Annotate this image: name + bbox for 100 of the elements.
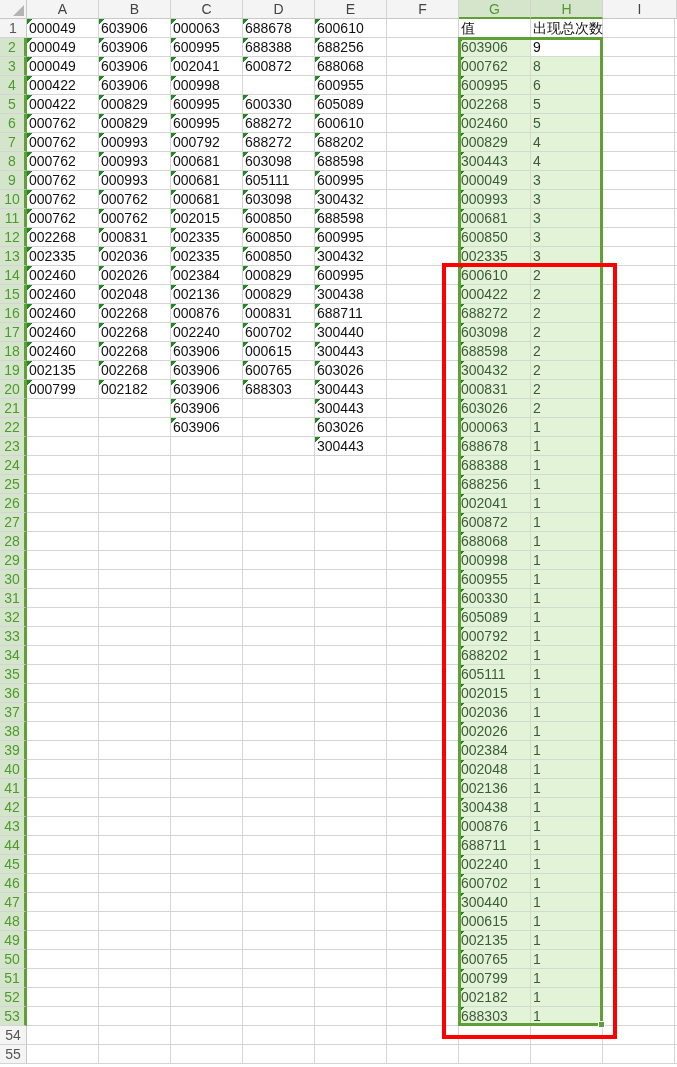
column-header[interactable]: I bbox=[603, 0, 677, 19]
table-cell[interactable]: 688598 bbox=[459, 342, 531, 361]
table-cell[interactable]: 1 bbox=[531, 969, 603, 988]
table-cell[interactable]: 8 bbox=[531, 57, 603, 76]
table-cell[interactable]: 600995 bbox=[459, 76, 531, 95]
column-header[interactable]: E bbox=[315, 0, 387, 19]
table-cell[interactable]: 600702 bbox=[459, 874, 531, 893]
row-header[interactable]: 1 bbox=[0, 19, 27, 38]
table-cell[interactable]: 2 bbox=[531, 361, 603, 380]
table-cell[interactable]: 6 bbox=[531, 76, 603, 95]
table-cell[interactable]: 2 bbox=[531, 285, 603, 304]
table-cell[interactable]: 1 bbox=[531, 950, 603, 969]
table-cell[interactable]: 688388 bbox=[459, 456, 531, 475]
table-cell[interactable]: 600872 bbox=[459, 513, 531, 532]
table-cell[interactable]: 2 bbox=[531, 323, 603, 342]
table-cell[interactable]: 000422 bbox=[459, 285, 531, 304]
table-cell[interactable]: 1 bbox=[531, 627, 603, 646]
table-cell[interactable]: 002460 bbox=[459, 114, 531, 133]
table-cell[interactable]: 2 bbox=[531, 399, 603, 418]
table-cell[interactable]: 600765 bbox=[459, 950, 531, 969]
table-cell[interactable]: 1 bbox=[531, 456, 603, 475]
table-cell[interactable]: 1 bbox=[531, 437, 603, 456]
table-cell[interactable]: 600850 bbox=[459, 228, 531, 247]
table-cell[interactable]: 1 bbox=[531, 570, 603, 589]
table-cell[interactable]: 3 bbox=[531, 190, 603, 209]
table-cell[interactable]: 1 bbox=[531, 551, 603, 570]
table-cell[interactable]: 1 bbox=[531, 988, 603, 1007]
fill-handle[interactable] bbox=[598, 1021, 605, 1028]
table-cell[interactable]: 1 bbox=[531, 817, 603, 836]
table-cell[interactable]: 1 bbox=[531, 836, 603, 855]
table-cell[interactable]: 000063 bbox=[459, 418, 531, 437]
table-cell[interactable]: 1 bbox=[531, 741, 603, 760]
table-cell[interactable]: 1 bbox=[531, 532, 603, 551]
table-cell[interactable]: 1 bbox=[531, 874, 603, 893]
table-cell[interactable]: 1 bbox=[531, 703, 603, 722]
table-cell[interactable]: 300438 bbox=[459, 798, 531, 817]
table-cell[interactable]: 2 bbox=[531, 380, 603, 399]
table-cell[interactable]: 688711 bbox=[459, 836, 531, 855]
table-cell[interactable]: 4 bbox=[531, 133, 603, 152]
table-cell[interactable]: 000681 bbox=[459, 209, 531, 228]
table-cell[interactable]: 1 bbox=[531, 418, 603, 437]
table-cell[interactable]: 002026 bbox=[459, 722, 531, 741]
table-cell[interactable]: 1 bbox=[531, 665, 603, 684]
table-cell[interactable]: 2 bbox=[531, 342, 603, 361]
row-header[interactable]: 54 bbox=[0, 1026, 27, 1045]
table-cell[interactable]: 000799 bbox=[459, 969, 531, 988]
table-cell[interactable]: 000762 bbox=[459, 57, 531, 76]
table-cell[interactable]: 002268 bbox=[459, 95, 531, 114]
table-cell[interactable]: 1 bbox=[531, 893, 603, 912]
table-cell[interactable]: 4 bbox=[531, 152, 603, 171]
table-cell[interactable]: 002041 bbox=[459, 494, 531, 513]
table-cell[interactable]: 1 bbox=[531, 931, 603, 950]
table-cell[interactable]: 002240 bbox=[459, 855, 531, 874]
table-cell[interactable]: 1 bbox=[531, 684, 603, 703]
table-cell[interactable]: 000998 bbox=[459, 551, 531, 570]
table-cell[interactable]: 1 bbox=[531, 513, 603, 532]
table-cell[interactable]: 002015 bbox=[459, 684, 531, 703]
table-cell[interactable]: 603026 bbox=[459, 399, 531, 418]
table-cell[interactable]: 000831 bbox=[459, 380, 531, 399]
table-cell[interactable]: 688272 bbox=[459, 304, 531, 323]
table-cell[interactable]: 300432 bbox=[459, 361, 531, 380]
table-cell[interactable]: 1 bbox=[531, 779, 603, 798]
table-cell[interactable]: 5 bbox=[531, 114, 603, 133]
table-cell[interactable]: 002384 bbox=[459, 741, 531, 760]
table-cell[interactable]: 3 bbox=[531, 209, 603, 228]
table-cell[interactable]: 603098 bbox=[459, 323, 531, 342]
table-cell[interactable]: 1 bbox=[531, 760, 603, 779]
table-cell[interactable]: 000993 bbox=[459, 190, 531, 209]
select-all-icon[interactable] bbox=[13, 5, 24, 16]
table-cell[interactable]: 1 bbox=[531, 855, 603, 874]
table-cell[interactable]: 1 bbox=[531, 475, 603, 494]
table-cell[interactable]: 1 bbox=[531, 798, 603, 817]
table-cell[interactable]: 300443 bbox=[459, 152, 531, 171]
table-cell[interactable]: 600330 bbox=[459, 589, 531, 608]
table-cell[interactable]: 3 bbox=[531, 171, 603, 190]
table-cell[interactable]: 1 bbox=[531, 494, 603, 513]
table-cell[interactable]: 002036 bbox=[459, 703, 531, 722]
table-cell[interactable]: 688068 bbox=[459, 532, 531, 551]
table-cell[interactable]: 000615 bbox=[459, 912, 531, 931]
table-cell[interactable]: 688256 bbox=[459, 475, 531, 494]
table-cell[interactable]: 3 bbox=[531, 228, 603, 247]
table-cell[interactable]: 000876 bbox=[459, 817, 531, 836]
column-header[interactable]: F bbox=[387, 0, 459, 19]
column-header[interactable]: C bbox=[171, 0, 243, 19]
table-cell[interactable]: 2 bbox=[531, 304, 603, 323]
table-cell[interactable]: 002182 bbox=[459, 988, 531, 1007]
table-cell[interactable]: 000792 bbox=[459, 627, 531, 646]
column-header[interactable]: A bbox=[27, 0, 99, 19]
table-cell[interactable]: 1 bbox=[531, 589, 603, 608]
table-cell[interactable]: 300440 bbox=[459, 893, 531, 912]
table-cell[interactable]: 605111 bbox=[459, 665, 531, 684]
table-cell[interactable]: 688202 bbox=[459, 646, 531, 665]
column-header[interactable]: B bbox=[99, 0, 171, 19]
table-cell[interactable]: 1 bbox=[531, 912, 603, 931]
table-cell[interactable]: 600955 bbox=[459, 570, 531, 589]
table-cell[interactable]: 000049 bbox=[459, 171, 531, 190]
column-header[interactable]: D bbox=[243, 0, 315, 19]
table-cell[interactable]: 000829 bbox=[459, 133, 531, 152]
table-cell[interactable]: 688678 bbox=[459, 437, 531, 456]
table-cell[interactable]: 002048 bbox=[459, 760, 531, 779]
